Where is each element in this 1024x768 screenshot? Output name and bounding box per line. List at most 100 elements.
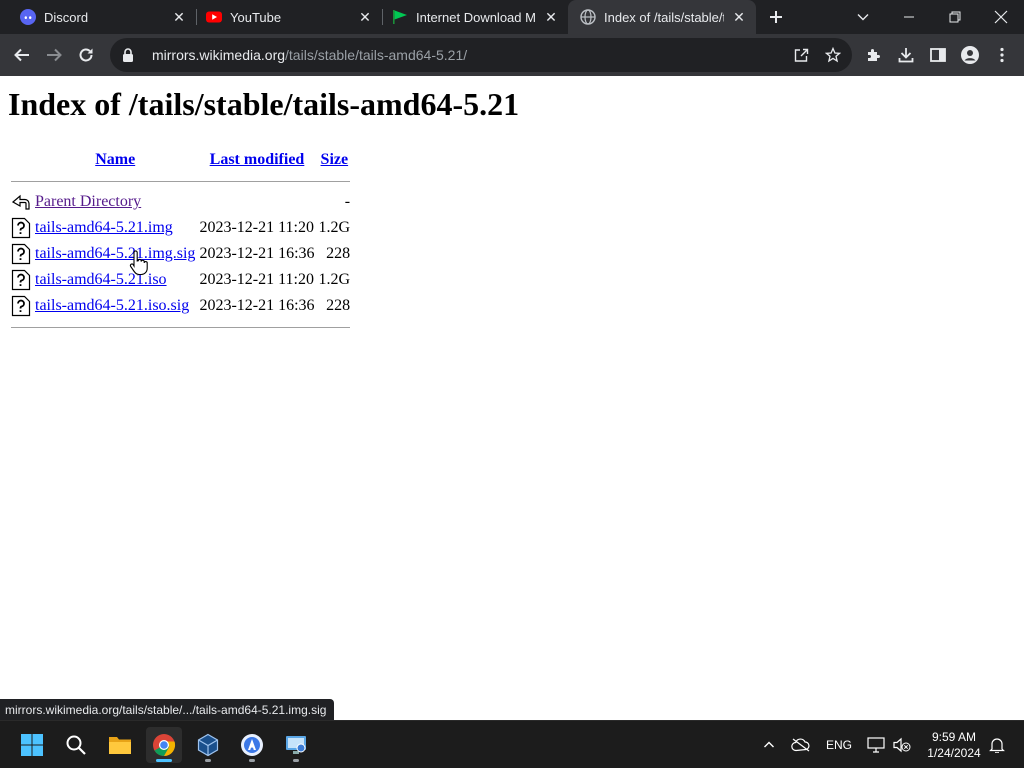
forward-arrow-icon	[47, 48, 62, 62]
chevron-up-icon	[764, 741, 774, 748]
reload-icon	[79, 48, 93, 62]
file-link-img[interactable]: tails-amd64-5.21.img	[35, 219, 173, 236]
url-host: mirrors.wikimedia.org	[152, 47, 286, 63]
modified-cell: 2023-12-21 11:20	[199, 219, 314, 236]
forward-button[interactable]	[38, 39, 70, 71]
active-indicator	[156, 759, 172, 762]
taskbar-clock[interactable]: 9:59 AM 1/24/2024	[918, 729, 990, 761]
back-button[interactable]	[6, 39, 38, 71]
lock-icon[interactable]	[120, 47, 136, 63]
unknown-file-icon	[11, 295, 31, 317]
new-tab-button[interactable]	[754, 0, 798, 34]
remote-desktop-icon	[286, 736, 306, 754]
size-cell: 228	[326, 245, 351, 262]
file-link-iso-sig[interactable]: tails-amd64-5.21.iso.sig	[35, 297, 189, 314]
virtualbox-icon	[197, 733, 219, 757]
cloud-offline-icon	[791, 738, 810, 752]
table-row: tails-amd64-5.21.img 2023-12-21 11:20 1.…	[10, 216, 351, 240]
table-row: tails-amd64-5.21.iso.sig 2023-12-21 16:3…	[10, 294, 351, 318]
running-indicator	[205, 759, 211, 762]
virtualbox-taskbar-button[interactable]	[190, 727, 226, 763]
share-icon[interactable]	[792, 46, 810, 64]
downloads-button[interactable]	[890, 39, 922, 71]
table-row: tails-amd64-5.21.iso 2023-12-21 11:20 1.…	[10, 268, 351, 292]
side-panel-button[interactable]	[922, 39, 954, 71]
language-indicator[interactable]: ENG	[822, 721, 856, 768]
bookmark-star-icon[interactable]	[824, 46, 842, 64]
youtube-icon	[206, 9, 222, 25]
size-cell: -	[344, 193, 351, 210]
sort-by-size-link[interactable]: Size	[321, 151, 349, 168]
tab-strip: Discord ✕ YouTube ✕ Internet Download Ma…	[0, 0, 1024, 34]
notifications-button[interactable]	[986, 721, 1008, 768]
tab-youtube[interactable]: YouTube ✕	[186, 0, 382, 34]
page-title: Index of /tails/stable/tails-amd64-5.21	[8, 86, 520, 122]
sort-by-modified-link[interactable]: Last modified	[210, 151, 305, 168]
menu-button[interactable]	[986, 39, 1018, 71]
network-icon	[867, 737, 885, 753]
table-row: Parent Directory -	[10, 190, 351, 214]
clock-date: 1/24/2024	[927, 746, 981, 760]
sort-by-name-link[interactable]: Name	[95, 151, 135, 168]
volume-button[interactable]	[890, 721, 914, 768]
profile-button[interactable]	[954, 39, 986, 71]
app-taskbar-button[interactable]	[234, 727, 270, 763]
parent-directory-link[interactable]: Parent Directory	[35, 193, 141, 210]
app-icon	[241, 734, 263, 756]
restore-icon	[949, 11, 961, 23]
tab-title: Discord	[44, 9, 89, 25]
close-tab-icon[interactable]: ✕	[730, 8, 748, 26]
running-indicator	[293, 759, 299, 762]
close-icon	[994, 10, 1008, 24]
network-button[interactable]	[864, 721, 888, 768]
tab-title: YouTube	[230, 9, 282, 25]
search-icon	[66, 735, 86, 755]
link-status-bubble: mirrors.wikimedia.org/tails/stable/.../t…	[0, 699, 335, 721]
size-cell: 228	[326, 297, 351, 314]
unknown-file-icon	[11, 269, 31, 291]
tab-title: Internet Download Ma	[416, 9, 536, 25]
chrome-icon	[153, 734, 176, 757]
start-button[interactable]	[14, 727, 50, 763]
unknown-file-icon	[11, 243, 31, 265]
divider	[11, 326, 351, 328]
tab-index-of-tails[interactable]: Index of /tails/stable/t ✕	[568, 0, 756, 34]
modified-cell	[198, 190, 315, 214]
page-content: Index of /tails/stable/tails-amd64-5.21 …	[0, 76, 1024, 720]
modified-cell: 2023-12-21 11:20	[199, 271, 314, 288]
file-link-img-sig[interactable]: tails-amd64-5.21.img.sig	[35, 245, 195, 262]
size-cell: 1.2G	[318, 219, 351, 236]
close-window-button[interactable]	[978, 0, 1024, 34]
speaker-muted-icon	[893, 737, 911, 753]
plus-icon	[770, 11, 782, 23]
restore-button[interactable]	[932, 0, 978, 34]
tab-discord[interactable]: Discord ✕	[0, 0, 196, 34]
reload-button[interactable]	[70, 39, 102, 71]
url-path: /tails/stable/tails-amd64-5.21/	[285, 47, 468, 63]
header-row: Name Last modified Size	[10, 148, 351, 172]
unknown-file-icon	[11, 217, 31, 239]
modified-cell: 2023-12-21 16:36	[199, 297, 315, 314]
close-tab-icon[interactable]: ✕	[542, 8, 560, 26]
onedrive-button[interactable]	[788, 721, 814, 768]
separator-row	[10, 174, 351, 188]
windows-start-icon	[21, 734, 43, 756]
puzzle-icon	[868, 49, 880, 61]
extensions-button[interactable]	[858, 39, 890, 71]
chrome-taskbar-button[interactable]	[146, 727, 182, 763]
remote-desktop-taskbar-button[interactable]	[278, 727, 314, 763]
file-explorer-button[interactable]	[102, 727, 138, 763]
file-explorer-icon	[109, 737, 131, 754]
side-panel-icon	[930, 48, 946, 62]
minimize-button[interactable]	[886, 0, 932, 34]
divider	[11, 180, 351, 182]
show-hidden-icons-button[interactable]	[756, 721, 782, 768]
tab-search-button[interactable]	[840, 0, 886, 34]
tab-title: Index of /tails/stable/t	[604, 9, 724, 25]
file-link-iso[interactable]: tails-amd64-5.21.iso	[35, 271, 167, 288]
search-button[interactable]	[58, 727, 94, 763]
address-bar[interactable]: mirrors.wikimedia.org/tails/stable/tails…	[110, 38, 852, 72]
back-arrow-icon	[11, 194, 30, 210]
kebab-menu-icon	[1000, 47, 1004, 63]
tab-internet-download-manager[interactable]: Internet Download Ma ✕	[372, 0, 568, 34]
